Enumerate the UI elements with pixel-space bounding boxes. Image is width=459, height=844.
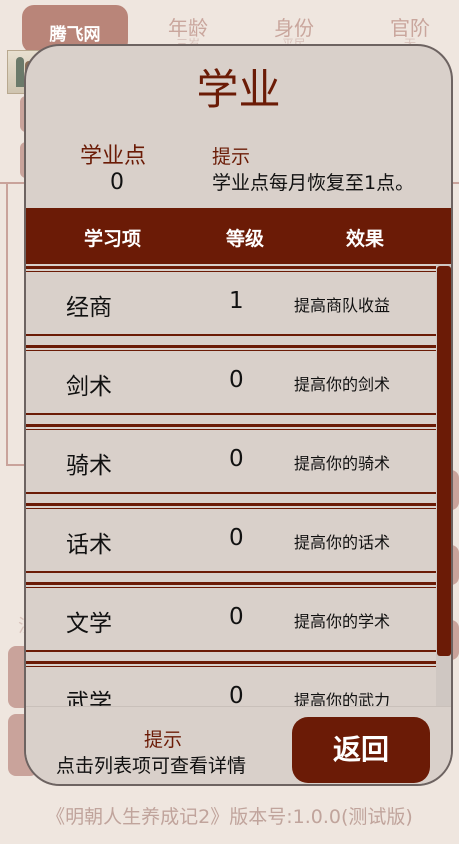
column-header-item: 学习项	[84, 228, 142, 250]
hint-text: 学业点每月恢复至1点。	[212, 172, 415, 194]
row-effect: 提高你的学术	[294, 612, 391, 631]
column-header-level: 等级	[226, 228, 265, 250]
study-list[interactable]: 经商 1 提高商队收益 剑术 0 提高你的剑术 骑术 0 提高你的骑术 话术 0…	[26, 266, 438, 706]
row-level: 0	[229, 525, 244, 551]
hint-label: 提示	[212, 146, 251, 168]
row-effect: 提高你的话术	[294, 533, 391, 552]
study-points-value: 0	[110, 170, 124, 195]
study-dialog: 学业 学业点 0 提示 学业点每月恢复至1点。 学习项 等级 效果 经商 1 提…	[24, 44, 453, 786]
row-effect: 提高你的骑术	[294, 454, 391, 473]
study-row-business[interactable]: 经商 1 提高商队收益	[26, 266, 438, 336]
scrollbar-thumb[interactable]	[437, 266, 451, 656]
row-level: 1	[229, 288, 244, 314]
version-text: 《明朝人生养成记2》版本号:1.0.0(测试版)	[46, 806, 413, 828]
row-name: 剑术	[66, 374, 112, 400]
row-effect: 提高你的武力	[294, 691, 391, 706]
portrait-figure-left	[16, 57, 24, 87]
study-points-label: 学业点	[80, 144, 147, 169]
row-name: 文学	[66, 611, 112, 637]
study-row-riding[interactable]: 骑术 0 提高你的骑术	[26, 424, 438, 494]
row-level: 0	[229, 367, 244, 393]
row-name: 话术	[66, 532, 112, 558]
row-level: 0	[229, 683, 244, 706]
footer-hint-label: 提示	[144, 729, 183, 751]
row-name: 经商	[66, 295, 112, 321]
footer-hint-text: 点击列表项可查看详情	[56, 755, 247, 777]
bg-panel-edge	[6, 182, 8, 466]
row-level: 0	[229, 446, 244, 472]
row-effect: 提高商队收益	[294, 296, 391, 315]
column-header-effect: 效果	[346, 228, 385, 250]
list-scrollbar[interactable]	[436, 264, 451, 710]
row-level: 0	[229, 604, 244, 630]
study-row-literature[interactable]: 文学 0 提高你的学术	[26, 582, 438, 652]
row-effect: 提高你的剑术	[294, 375, 391, 394]
study-row-swordsmanship[interactable]: 剑术 0 提高你的剑术	[26, 345, 438, 415]
study-row-martial[interactable]: 武学 0 提高你的武力	[26, 661, 438, 706]
dialog-footer: 提示 点击列表项可查看详情 返回	[26, 706, 451, 784]
row-name: 骑术	[66, 453, 112, 479]
back-button[interactable]: 返回	[292, 717, 430, 783]
dialog-title: 学业	[196, 65, 281, 114]
row-name: 武学	[66, 690, 112, 706]
study-row-rhetoric[interactable]: 话术 0 提高你的话术	[26, 503, 438, 573]
background-top-tabs: 腾飞网 年龄 三岁 身份 平民 官阶 无	[0, 0, 459, 53]
table-header: 学习项 等级 效果	[26, 208, 451, 264]
bg-panel-bottom	[6, 464, 26, 466]
